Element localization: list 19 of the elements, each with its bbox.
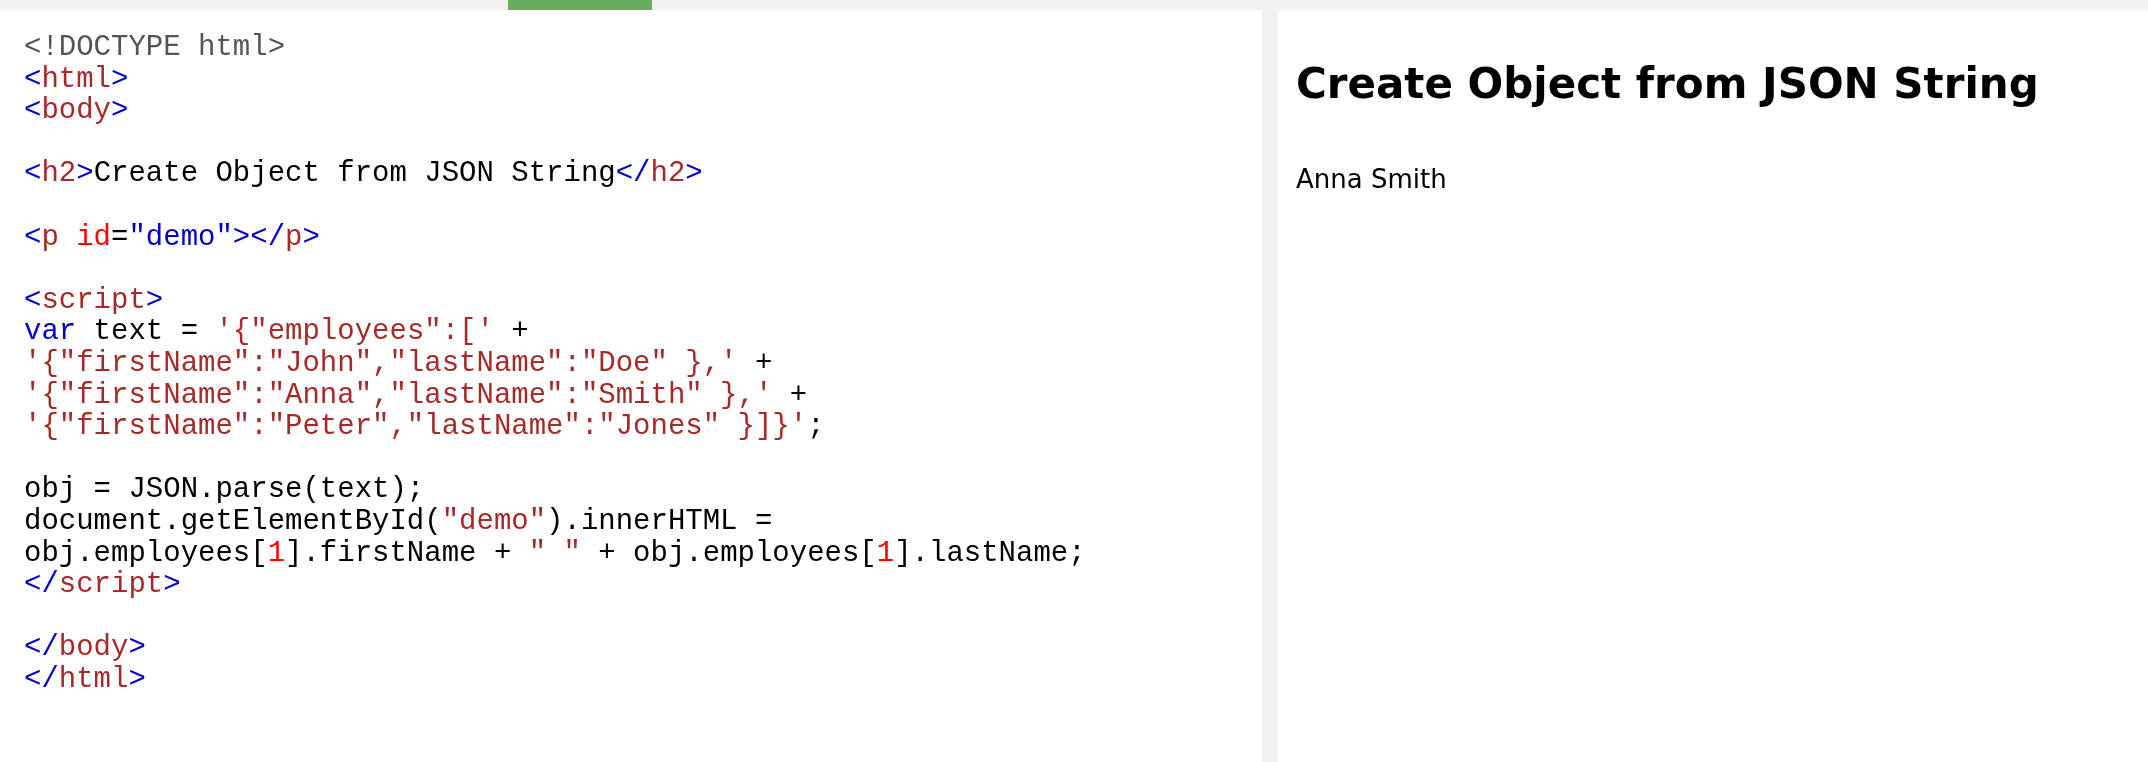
code-line: '{"firstName":"Peter","lastName":"Jones" }]}'; — [24, 410, 825, 444]
code-line: <h2>Create Object from JSON String</h2> — [24, 157, 703, 191]
code-line: <!DOCTYPE html> — [24, 31, 286, 64]
result-paragraph: Anna Smith — [1296, 163, 1447, 196]
code-line: obj = JSON.parse(text); — [24, 473, 425, 507]
code-line: '{"firstName":"John","lastName":"Doe" },' + — [24, 346, 773, 380]
code-editor[interactable] — [0, 10, 1262, 762]
code-line: var text = '{"employees":[' + — [24, 315, 529, 349]
code-line: <html> — [24, 62, 129, 96]
code-line: <script> — [24, 283, 164, 317]
code-line: </script> — [24, 568, 181, 602]
code-line: </body> — [24, 631, 146, 665]
code-line: '{"firstName":"Anna","lastName":"Smith" },' + — [24, 378, 808, 412]
code-line: <p id="demo"></p> — [24, 220, 320, 254]
code-line: document.getElementById("demo").innerHTML = — [24, 504, 773, 538]
code-line: obj.employees[1].firstName + " " + obj.employees[1].lastName; — [24, 536, 1086, 570]
code-line: </html> — [24, 662, 146, 696]
result-heading: Create Object from JSON String — [1296, 58, 2039, 110]
code-line: <body> — [24, 94, 129, 128]
